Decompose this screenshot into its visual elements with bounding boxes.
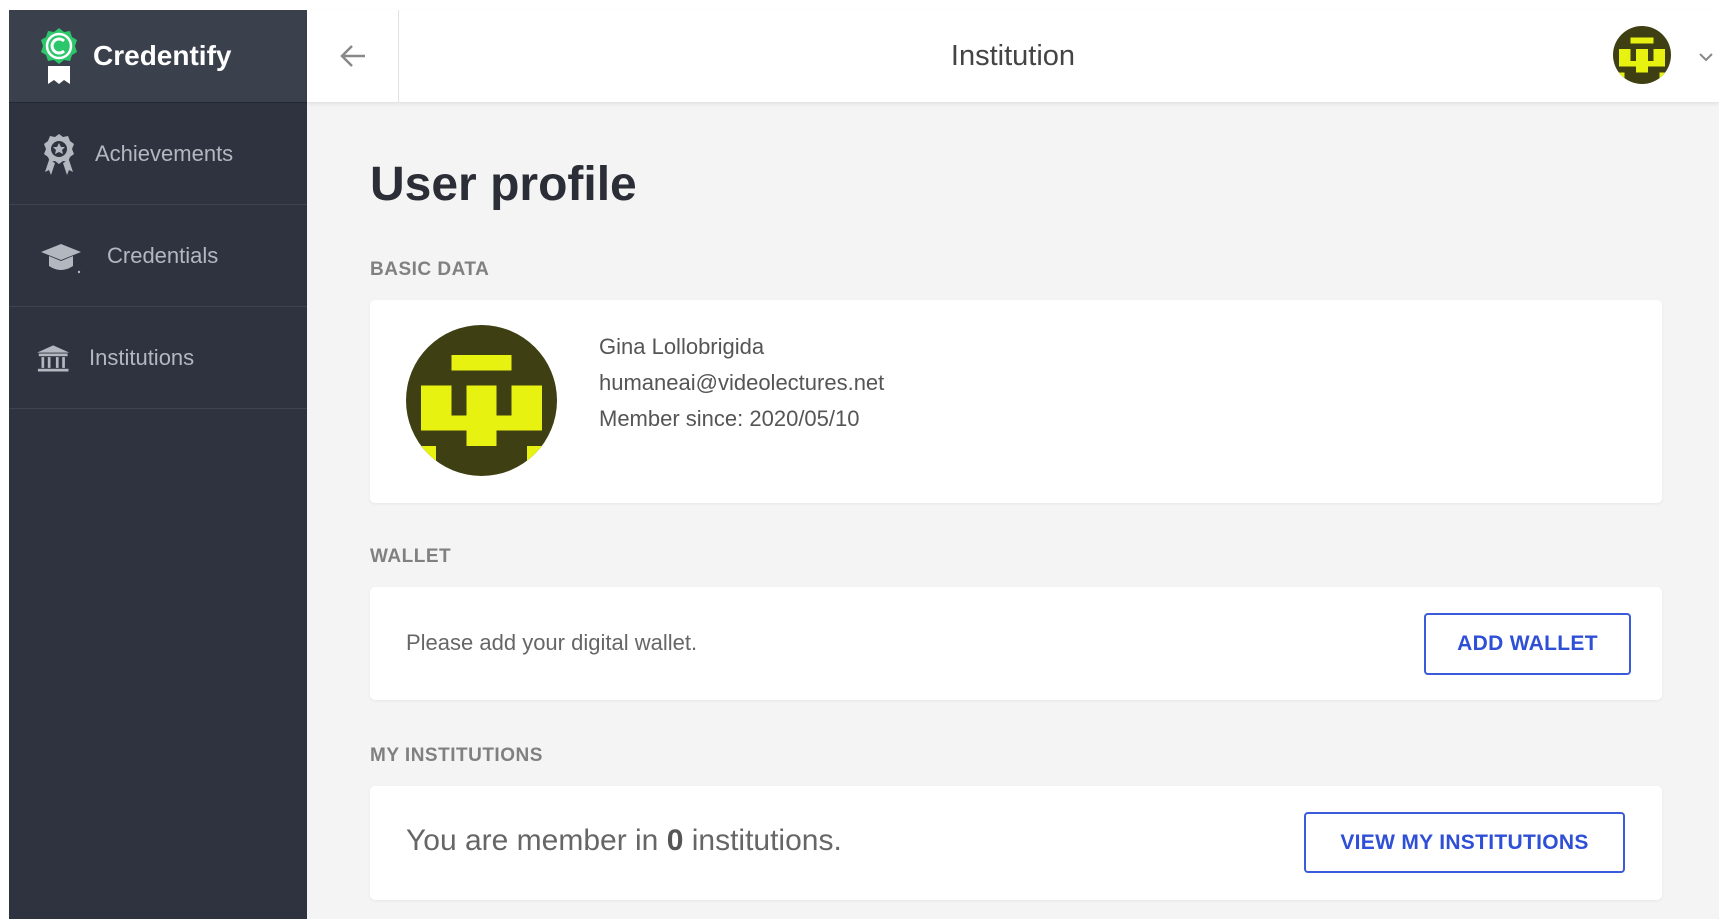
chevron-down-icon[interactable]: [1697, 48, 1715, 66]
back-button[interactable]: [307, 10, 399, 102]
view-my-institutions-button[interactable]: VIEW MY INSTITUTIONS: [1304, 812, 1625, 873]
section-label-my-institutions: MY INSTITUTIONS: [370, 745, 543, 766]
page-title: User profile: [370, 158, 637, 211]
profile-avatar: [406, 325, 557, 476]
identicon-avatar-icon: [406, 325, 557, 476]
brand-name: Credentify: [93, 40, 232, 71]
user-avatar[interactable]: [1613, 26, 1671, 84]
page-header-title: Institution: [950, 40, 1076, 72]
institutions-card: You are member in 0 institutions. VIEW M…: [370, 786, 1662, 900]
top-bar: Institution: [307, 10, 1719, 102]
brand-header[interactable]: Credentify: [9, 10, 307, 103]
profile-info: Gina Lollobrigida humaneai@videolectures…: [599, 329, 884, 437]
sidebar-item-label: Institutions: [89, 344, 195, 370]
sidebar: Credentify Achievements Credentials Inst…: [9, 10, 307, 919]
sidebar-item-achievements[interactable]: Achievements: [9, 103, 307, 205]
sidebar-item-label: Achievements: [95, 140, 234, 166]
main-content: User profile BASIC DATA Gina Lollobrigid…: [307, 102, 1719, 919]
member-since: Member since: 2020/05/10: [599, 406, 860, 431]
award-ribbon-icon: [44, 133, 74, 175]
user-name: Gina Lollobrigida: [599, 334, 765, 359]
institution-building-icon: [37, 344, 70, 371]
wallet-message: Please add your digital wallet.: [406, 630, 698, 655]
user-email: humaneai@videolectures.net: [599, 370, 885, 395]
arrow-left-icon: [339, 45, 365, 67]
section-label-wallet: WALLET: [370, 546, 452, 567]
identicon-avatar-icon: [1613, 26, 1671, 84]
sidebar-item-credentials[interactable]: Credentials: [9, 205, 307, 307]
section-label-basic-data: BASIC DATA: [370, 259, 490, 280]
basic-data-card: Gina Lollobrigida humaneai@videolectures…: [370, 300, 1662, 503]
institutions-count: 0: [666, 824, 684, 857]
institutions-summary: You are member in 0 institutions.: [406, 824, 842, 858]
graduation-cap-icon: [41, 243, 81, 273]
institutions-text-suffix: institutions.: [683, 824, 842, 857]
wallet-card: Please add your digital wallet. ADD WALL…: [370, 587, 1662, 700]
institutions-text-prefix: You are member in: [406, 824, 667, 857]
sidebar-item-label: Credentials: [107, 242, 219, 268]
credentify-logo-icon: [41, 28, 77, 84]
sidebar-item-institutions[interactable]: Institutions: [9, 307, 307, 409]
add-wallet-button[interactable]: ADD WALLET: [1424, 613, 1631, 675]
